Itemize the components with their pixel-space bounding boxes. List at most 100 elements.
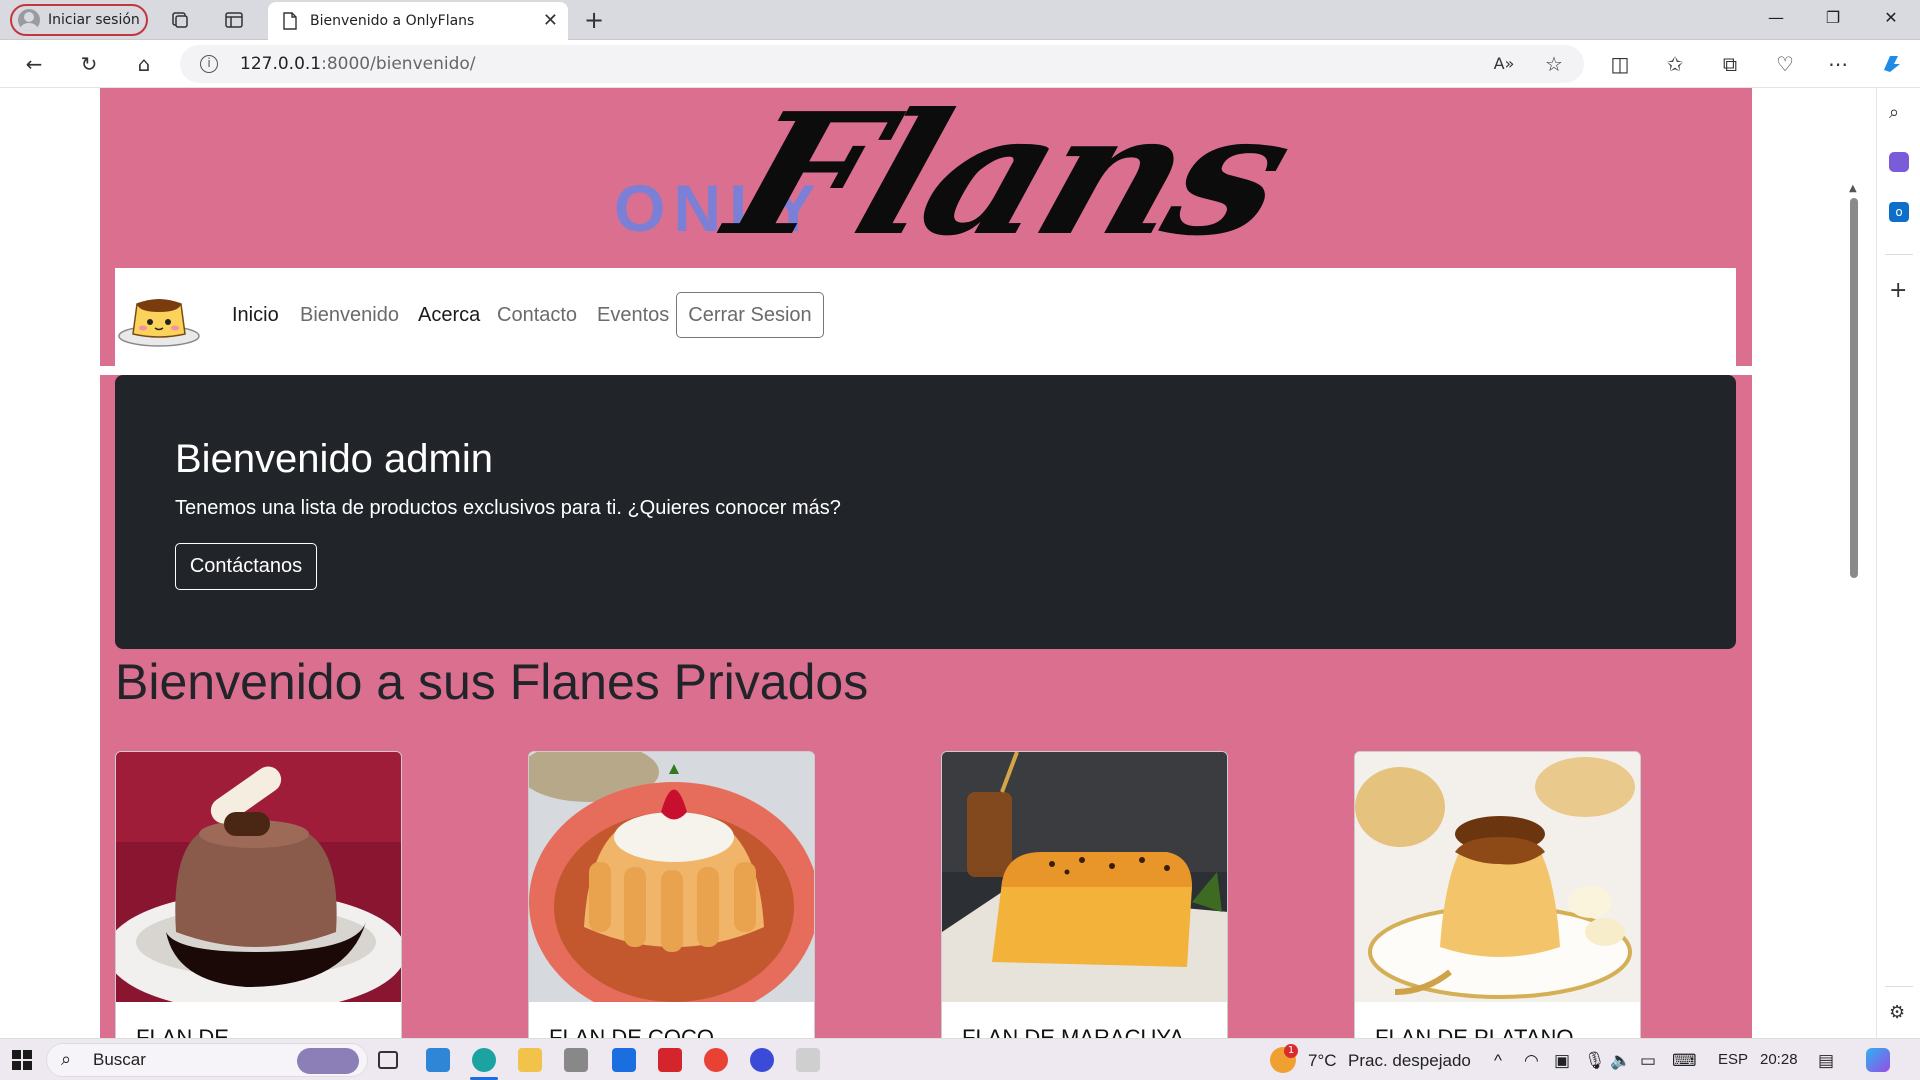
copilot-app-icon[interactable]: [1889, 152, 1909, 172]
taskbar-search-box[interactable]: ⌕ Buscar: [46, 1043, 368, 1077]
tab-title: Bienvenido a OnlyFlans: [310, 13, 475, 29]
keyboard-icon[interactable]: ⌨: [1672, 1051, 1697, 1071]
search-icon: ⌕: [61, 1049, 72, 1070]
back-icon[interactable]: ←: [22, 52, 46, 76]
new-tab-icon[interactable]: +: [584, 8, 604, 32]
product-card[interactable]: FLAN DE MARACUYA: [941, 751, 1228, 1038]
more-menu-icon[interactable]: ⋯: [1826, 52, 1850, 76]
printer-app-icon[interactable]: [564, 1048, 588, 1072]
profile-button[interactable]: Iniciar sesión: [10, 4, 148, 36]
chocolate-flan-image: [116, 752, 401, 1002]
language-indicator[interactable]: ESP: [1718, 1051, 1748, 1068]
section-title: Bienvenido a sus Flanes Privados: [115, 654, 869, 710]
banana-flan-image: [1355, 752, 1640, 1002]
browser-tab-bar: Iniciar sesión Bienvenido a OnlyFlans ✕ …: [0, 0, 1920, 40]
card-title: FLAN DE COCO: [549, 1025, 715, 1038]
outlook-icon[interactable]: o: [1889, 202, 1909, 222]
scrollbar-thumb[interactable]: [1850, 198, 1858, 578]
site-info-icon[interactable]: i: [200, 55, 218, 73]
nav-link-acerca[interactable]: Acerca: [418, 304, 480, 327]
scroll-up-arrow-icon[interactable]: ▲: [1849, 183, 1857, 194]
edge-sidebar: ⌕ o + ⚙: [1876, 88, 1920, 1038]
sidebar-divider: [1885, 254, 1913, 255]
card-title: FLAN DE: [136, 1025, 229, 1038]
weather-desc[interactable]: Prac. despejado: [1348, 1051, 1471, 1071]
microphone-icon[interactable]: 🎙: [1584, 1051, 1606, 1071]
copilot-taskbar-icon[interactable]: [1866, 1048, 1890, 1072]
nav-link-eventos[interactable]: Eventos: [597, 304, 669, 327]
card-title: FLAN DE PLATANO: [1375, 1025, 1574, 1038]
add-app-icon[interactable]: +: [1889, 278, 1907, 303]
product-card[interactable]: FLAN DE PLATANO: [1354, 751, 1641, 1038]
logout-button[interactable]: Cerrar Sesion: [676, 292, 824, 338]
profile-label: Iniciar sesión: [48, 12, 140, 28]
browser-toolbar: ← ↻ ⌂ i 127.0.0.1:8000/bienvenido/ A» ☆ …: [0, 40, 1920, 88]
product-card[interactable]: FLAN DE: [115, 751, 402, 1038]
weather-badge: 1: [1284, 1044, 1298, 1058]
search-highlight-image: [297, 1048, 359, 1074]
hero-subtitle: Tenemos una lista de productos exclusivo…: [175, 497, 841, 519]
file-explorer-icon[interactable]: [518, 1048, 542, 1072]
product-card[interactable]: FLAN DE COCO: [528, 751, 815, 1038]
split-screen-icon[interactable]: ◫: [1608, 52, 1632, 76]
nav-link-inicio[interactable]: Inicio: [232, 304, 279, 327]
workspaces-icon[interactable]: [170, 10, 190, 30]
notepad-icon[interactable]: [796, 1048, 820, 1072]
coconut-flan-image: [529, 752, 814, 1002]
sidebar-divider-bottom: [1885, 986, 1913, 987]
show-hidden-icons-chevron-icon[interactable]: ^: [1494, 1051, 1502, 1071]
windows-taskbar: ⌕ Buscar 1 7°C Prac. despejado ^ ◠ ▣ 🎙 🔈…: [0, 1038, 1920, 1080]
acrobat-icon[interactable]: [658, 1048, 682, 1072]
contact-button[interactable]: Contáctanos: [175, 543, 317, 590]
page-viewport: ONLY Flans Inicio Bienvenido Acerca Cont…: [0, 88, 1876, 1038]
vertical-tabs-icon[interactable]: [224, 10, 244, 30]
site-navbar: Inicio Bienvenido Acerca Contacto Evento…: [115, 268, 1736, 366]
meet-icon[interactable]: ▣: [1554, 1051, 1570, 1071]
volume-icon[interactable]: 🔈: [1610, 1051, 1631, 1071]
onlyflans-page: ONLY Flans Inicio Bienvenido Acerca Cont…: [100, 88, 1752, 1038]
browser-essentials-icon[interactable]: ♡: [1773, 52, 1797, 76]
home-icon[interactable]: ⌂: [132, 52, 156, 76]
tab-onlyflans[interactable]: Bienvenido a OnlyFlans ✕: [268, 2, 568, 40]
page-icon: [283, 12, 297, 30]
minimize-icon[interactable]: —: [1761, 8, 1791, 27]
chrome-icon[interactable]: [704, 1048, 728, 1072]
restore-icon[interactable]: ❐: [1818, 8, 1848, 27]
weather-temp[interactable]: 7°C: [1308, 1051, 1337, 1071]
passionfruit-flan-image: [942, 752, 1227, 1002]
favorite-star-icon[interactable]: ☆: [1542, 52, 1566, 76]
favorites-icon[interactable]: ✩: [1663, 52, 1687, 76]
battery-icon[interactable]: ▭: [1640, 1051, 1656, 1071]
sidebar-settings-gear-icon[interactable]: ⚙: [1889, 1002, 1905, 1023]
copilot-icon[interactable]: [1880, 52, 1904, 76]
search-placeholder: Buscar: [93, 1050, 146, 1069]
navbar-bottom-divider: [100, 366, 1752, 375]
zoom-icon[interactable]: [750, 1048, 774, 1072]
address-bar[interactable]: i 127.0.0.1:8000/bienvenido/: [180, 45, 1584, 83]
nav-link-bienvenido[interactable]: Bienvenido: [300, 304, 399, 327]
url-path: :8000/bienvenido/: [321, 54, 476, 74]
vscode-icon[interactable]: [426, 1048, 450, 1072]
close-tab-icon[interactable]: ✕: [543, 10, 558, 31]
notifications-icon[interactable]: ▤: [1818, 1051, 1834, 1071]
flan-logo-icon[interactable]: [117, 288, 201, 348]
wifi-icon[interactable]: ◠: [1524, 1051, 1539, 1071]
nav-link-contacto[interactable]: Contacto: [497, 304, 577, 327]
page-scrollbar[interactable]: ▲: [1846, 183, 1862, 1038]
task-view-icon[interactable]: [378, 1051, 398, 1069]
read-aloud-icon[interactable]: A»: [1492, 52, 1516, 76]
search-icon[interactable]: ⌕: [1889, 102, 1899, 123]
windows-start-icon[interactable]: [12, 1050, 32, 1074]
hero-jumbotron: Bienvenido admin Tenemos una lista de pr…: [115, 375, 1736, 649]
collections-icon[interactable]: ⧉: [1718, 52, 1742, 76]
edge-icon[interactable]: [472, 1048, 496, 1072]
url-host: 127.0.0.1: [240, 54, 322, 74]
close-window-icon[interactable]: ✕: [1876, 8, 1906, 27]
clock-time[interactable]: 20:28: [1760, 1051, 1798, 1068]
store-icon[interactable]: [612, 1048, 636, 1072]
card-title: FLAN DE MARACUYA: [962, 1025, 1185, 1038]
logo-flans-text: Flans: [708, 88, 1308, 273]
refresh-icon[interactable]: ↻: [77, 52, 101, 76]
hero-title: Bienvenido admin: [175, 437, 493, 481]
profile-avatar-icon: [18, 9, 40, 31]
